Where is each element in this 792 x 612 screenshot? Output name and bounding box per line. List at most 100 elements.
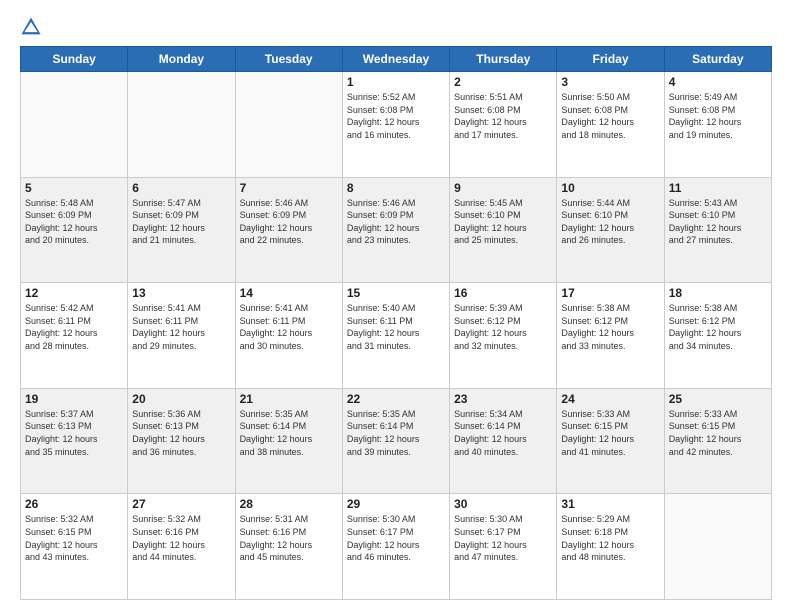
calendar-cell: 18Sunrise: 5:38 AM Sunset: 6:12 PM Dayli… [664, 283, 771, 389]
day-number: 4 [669, 75, 767, 89]
cell-info: Sunrise: 5:33 AM Sunset: 6:15 PM Dayligh… [561, 408, 659, 458]
day-number: 9 [454, 181, 552, 195]
calendar-week-row: 1 Sunrise: 5:52 AM Sunset: 6:08 PM Daylig… [21, 72, 772, 178]
weekday-header: Sunday [21, 47, 128, 72]
cell-info: Sunrise: 5:31 AM Sunset: 6:16 PM Dayligh… [240, 513, 338, 563]
cell-info: Sunrise: 5:30 AM Sunset: 6:17 PM Dayligh… [347, 513, 445, 563]
calendar-cell: 3Sunrise: 5:50 AM Sunset: 6:08 PM Daylig… [557, 72, 664, 178]
calendar-header-row: SundayMondayTuesdayWednesdayThursdayFrid… [21, 47, 772, 72]
cell-info: Sunrise: 5:44 AM Sunset: 6:10 PM Dayligh… [561, 197, 659, 247]
calendar-week-row: 5 Sunrise: 5:48 AM Sunset: 6:09 PM Daylig… [21, 177, 772, 283]
calendar-cell: 25 Sunrise: 5:33 AM Sunset: 6:15 PM Dayli… [664, 388, 771, 494]
calendar-cell: 24 Sunrise: 5:33 AM Sunset: 6:15 PM Dayli… [557, 388, 664, 494]
cell-info: Sunrise: 5:38 AM Sunset: 6:12 PM Dayligh… [561, 302, 659, 352]
day-number: 1 [347, 75, 445, 89]
cell-info: Sunrise: 5:50 AM Sunset: 6:08 PM Dayligh… [561, 91, 659, 141]
weekday-header: Saturday [664, 47, 771, 72]
calendar-week-row: 12Sunrise: 5:42 AM Sunset: 6:11 PM Dayli… [21, 283, 772, 389]
day-number: 22 [347, 392, 445, 406]
cell-info: Sunrise: 5:33 AM Sunset: 6:15 PM Dayligh… [669, 408, 767, 458]
cell-info: Sunrise: 5:49 AM Sunset: 6:08 PM Dayligh… [669, 91, 767, 141]
calendar-cell: 4 Sunrise: 5:49 AM Sunset: 6:08 PM Daylig… [664, 72, 771, 178]
page: SundayMondayTuesdayWednesdayThursdayFrid… [0, 0, 792, 612]
cell-info: Sunrise: 5:45 AM Sunset: 6:10 PM Dayligh… [454, 197, 552, 247]
day-number: 8 [347, 181, 445, 195]
day-number: 31 [561, 497, 659, 511]
cell-info: Sunrise: 5:34 AM Sunset: 6:14 PM Dayligh… [454, 408, 552, 458]
calendar-week-row: 26 Sunrise: 5:32 AM Sunset: 6:15 PM Dayli… [21, 494, 772, 600]
calendar-cell: 19 Sunrise: 5:37 AM Sunset: 6:13 PM Dayli… [21, 388, 128, 494]
day-number: 5 [25, 181, 123, 195]
calendar-cell: 8Sunrise: 5:46 AM Sunset: 6:09 PM Daylig… [342, 177, 449, 283]
cell-info: Sunrise: 5:29 AM Sunset: 6:18 PM Dayligh… [561, 513, 659, 563]
day-number: 16 [454, 286, 552, 300]
day-number: 24 [561, 392, 659, 406]
day-number: 21 [240, 392, 338, 406]
day-number: 2 [454, 75, 552, 89]
calendar-cell: 31 Sunrise: 5:29 AM Sunset: 6:18 PM Dayli… [557, 494, 664, 600]
day-number: 7 [240, 181, 338, 195]
calendar-cell: 29Sunrise: 5:30 AM Sunset: 6:17 PM Dayli… [342, 494, 449, 600]
calendar-cell: 6Sunrise: 5:47 AM Sunset: 6:09 PM Daylig… [128, 177, 235, 283]
calendar-week-row: 19 Sunrise: 5:37 AM Sunset: 6:13 PM Dayli… [21, 388, 772, 494]
calendar-cell: 26 Sunrise: 5:32 AM Sunset: 6:15 PM Dayli… [21, 494, 128, 600]
cell-info: Sunrise: 5:38 AM Sunset: 6:12 PM Dayligh… [669, 302, 767, 352]
day-number: 25 [669, 392, 767, 406]
cell-info: Sunrise: 5:35 AM Sunset: 6:14 PM Dayligh… [240, 408, 338, 458]
weekday-header: Thursday [450, 47, 557, 72]
day-number: 13 [132, 286, 230, 300]
cell-info: Sunrise: 5:32 AM Sunset: 6:16 PM Dayligh… [132, 513, 230, 563]
cell-info: Sunrise: 5:41 AM Sunset: 6:11 PM Dayligh… [132, 302, 230, 352]
cell-info: Sunrise: 5:46 AM Sunset: 6:09 PM Dayligh… [240, 197, 338, 247]
cell-info: Sunrise: 5:48 AM Sunset: 6:09 PM Dayligh… [25, 197, 123, 247]
day-number: 15 [347, 286, 445, 300]
cell-info: Sunrise: 5:30 AM Sunset: 6:17 PM Dayligh… [454, 513, 552, 563]
weekday-header: Monday [128, 47, 235, 72]
cell-info: Sunrise: 5:32 AM Sunset: 6:15 PM Dayligh… [25, 513, 123, 563]
calendar-cell [235, 72, 342, 178]
calendar-cell: 11Sunrise: 5:43 AM Sunset: 6:10 PM Dayli… [664, 177, 771, 283]
calendar-cell: 16 Sunrise: 5:39 AM Sunset: 6:12 PM Dayli… [450, 283, 557, 389]
cell-info: Sunrise: 5:52 AM Sunset: 6:08 PM Dayligh… [347, 91, 445, 141]
day-number: 17 [561, 286, 659, 300]
weekday-header: Friday [557, 47, 664, 72]
cell-info: Sunrise: 5:37 AM Sunset: 6:13 PM Dayligh… [25, 408, 123, 458]
day-number: 19 [25, 392, 123, 406]
day-number: 26 [25, 497, 123, 511]
calendar-cell: 23 Sunrise: 5:34 AM Sunset: 6:14 PM Dayli… [450, 388, 557, 494]
calendar-cell: 13 Sunrise: 5:41 AM Sunset: 6:11 PM Dayli… [128, 283, 235, 389]
calendar-cell: 12Sunrise: 5:42 AM Sunset: 6:11 PM Dayli… [21, 283, 128, 389]
day-number: 27 [132, 497, 230, 511]
calendar-cell: 20Sunrise: 5:36 AM Sunset: 6:13 PM Dayli… [128, 388, 235, 494]
calendar-cell: 30 Sunrise: 5:30 AM Sunset: 6:17 PM Dayli… [450, 494, 557, 600]
day-number: 30 [454, 497, 552, 511]
cell-info: Sunrise: 5:39 AM Sunset: 6:12 PM Dayligh… [454, 302, 552, 352]
day-number: 14 [240, 286, 338, 300]
calendar-table: SundayMondayTuesdayWednesdayThursdayFrid… [20, 46, 772, 600]
logo [20, 16, 46, 38]
calendar-cell: 14Sunrise: 5:41 AM Sunset: 6:11 PM Dayli… [235, 283, 342, 389]
day-number: 11 [669, 181, 767, 195]
cell-info: Sunrise: 5:40 AM Sunset: 6:11 PM Dayligh… [347, 302, 445, 352]
calendar-cell: 10 Sunrise: 5:44 AM Sunset: 6:10 PM Dayli… [557, 177, 664, 283]
calendar-cell: 21 Sunrise: 5:35 AM Sunset: 6:14 PM Dayli… [235, 388, 342, 494]
calendar-cell: 17 Sunrise: 5:38 AM Sunset: 6:12 PM Dayli… [557, 283, 664, 389]
calendar-cell: 9 Sunrise: 5:45 AM Sunset: 6:10 PM Daylig… [450, 177, 557, 283]
calendar-cell: 7 Sunrise: 5:46 AM Sunset: 6:09 PM Daylig… [235, 177, 342, 283]
logo-icon [20, 16, 42, 38]
calendar-cell [664, 494, 771, 600]
calendar-cell: 28Sunrise: 5:31 AM Sunset: 6:16 PM Dayli… [235, 494, 342, 600]
calendar-cell: 5 Sunrise: 5:48 AM Sunset: 6:09 PM Daylig… [21, 177, 128, 283]
day-number: 10 [561, 181, 659, 195]
calendar-cell [128, 72, 235, 178]
top-section [20, 16, 772, 38]
weekday-header: Tuesday [235, 47, 342, 72]
day-number: 23 [454, 392, 552, 406]
cell-info: Sunrise: 5:51 AM Sunset: 6:08 PM Dayligh… [454, 91, 552, 141]
calendar-cell: 1 Sunrise: 5:52 AM Sunset: 6:08 PM Daylig… [342, 72, 449, 178]
weekday-header: Wednesday [342, 47, 449, 72]
calendar-cell: 2 Sunrise: 5:51 AM Sunset: 6:08 PM Daylig… [450, 72, 557, 178]
calendar-cell: 15 Sunrise: 5:40 AM Sunset: 6:11 PM Dayli… [342, 283, 449, 389]
calendar-cell: 22Sunrise: 5:35 AM Sunset: 6:14 PM Dayli… [342, 388, 449, 494]
cell-info: Sunrise: 5:36 AM Sunset: 6:13 PM Dayligh… [132, 408, 230, 458]
